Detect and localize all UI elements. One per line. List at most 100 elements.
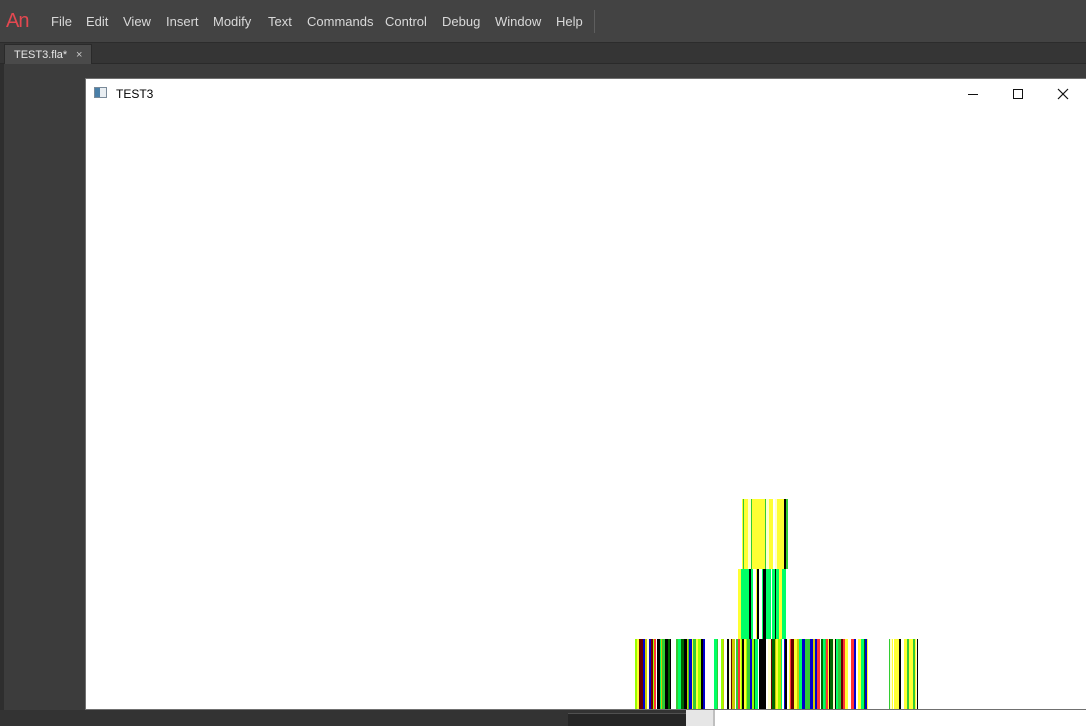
stripe — [916, 639, 917, 709]
stripe — [678, 639, 681, 709]
stripe — [670, 639, 671, 709]
stripe — [746, 639, 747, 709]
stripe — [696, 639, 698, 709]
menu-control[interactable]: Control — [385, 13, 427, 30]
menu-view[interactable]: View — [123, 13, 151, 30]
stripe — [756, 569, 757, 639]
stripe — [769, 499, 771, 569]
stripe — [687, 639, 688, 709]
stripe — [692, 639, 693, 709]
horizontal-scrollbar[interactable] — [568, 713, 686, 726]
stripe — [776, 639, 778, 709]
stripe — [782, 569, 784, 639]
menu-commands[interactable]: Commands — [307, 13, 373, 30]
stripe — [807, 639, 810, 709]
menu-insert[interactable]: Insert — [166, 13, 199, 30]
window-title: TEST3 — [116, 87, 154, 101]
menu-text[interactable]: Text — [268, 13, 292, 30]
stripe — [757, 569, 759, 639]
stripe — [675, 639, 676, 709]
stripe — [772, 639, 775, 709]
workspace-edge — [0, 64, 4, 726]
stripe — [778, 639, 780, 709]
menu-edit[interactable]: Edit — [86, 13, 108, 30]
stripe — [649, 639, 651, 709]
stripe — [639, 639, 641, 709]
stripe — [736, 639, 738, 709]
document-tab[interactable]: TEST3.fla* × — [4, 44, 92, 64]
stripe — [729, 639, 731, 709]
menu-file[interactable]: File — [51, 13, 72, 30]
stripe — [748, 499, 749, 569]
stripe — [703, 639, 705, 709]
stripe — [693, 639, 696, 709]
document-tab-strip: TEST3.fla* × — [0, 43, 1086, 64]
maximize-button[interactable] — [995, 79, 1041, 109]
stripe — [741, 569, 742, 639]
stripe — [743, 569, 746, 639]
stripe — [865, 639, 867, 709]
stripe — [732, 639, 735, 709]
stripe — [744, 499, 746, 569]
menu-window[interactable]: Window — [495, 13, 541, 30]
menu-debug[interactable]: Debug — [442, 13, 480, 30]
stripe — [889, 639, 890, 709]
stripe — [740, 499, 742, 569]
window-titlebar[interactable]: TEST3 — [86, 79, 1086, 109]
glitch-stripes-graphic — [635, 499, 918, 709]
stripe — [868, 639, 870, 709]
stripe — [907, 639, 909, 709]
stripe — [856, 639, 858, 709]
stripe — [858, 639, 861, 709]
stripe — [751, 499, 752, 569]
stripe — [909, 639, 912, 709]
stripe — [673, 639, 675, 709]
stripe — [753, 569, 756, 639]
stripe — [751, 569, 753, 639]
stripe — [665, 639, 668, 709]
stripe — [892, 639, 893, 709]
stripe — [780, 639, 781, 709]
menu-help[interactable]: Help — [556, 13, 583, 30]
stripe — [654, 639, 656, 709]
stripe — [643, 639, 645, 709]
stripe — [742, 569, 743, 639]
stripe — [747, 639, 750, 709]
stripe — [784, 569, 785, 639]
stripe — [784, 499, 785, 569]
panel-edge — [686, 710, 713, 726]
stripe — [782, 639, 784, 709]
close-icon[interactable]: × — [76, 48, 82, 62]
stripe — [676, 639, 678, 709]
stripe — [757, 499, 760, 569]
close-button[interactable] — [1040, 79, 1086, 109]
stripe — [780, 499, 782, 569]
stripe — [744, 639, 745, 709]
document-tab-label: TEST3.fla* — [14, 49, 68, 61]
stripe — [864, 639, 865, 709]
minimize-button[interactable] — [950, 79, 996, 109]
stripe — [901, 639, 904, 709]
stripe — [854, 639, 855, 709]
stripe — [917, 639, 918, 709]
stripe — [668, 639, 670, 709]
stripe — [785, 639, 787, 709]
stripe — [661, 639, 662, 709]
stripe — [813, 639, 815, 709]
stripe — [681, 639, 684, 709]
stripe — [742, 639, 744, 709]
stripe — [775, 639, 776, 709]
stripe — [759, 639, 761, 709]
stripe — [770, 569, 771, 639]
stage-canvas[interactable] — [86, 109, 1086, 709]
stripe — [775, 569, 776, 639]
menu-modify[interactable]: Modify — [213, 13, 251, 30]
stripe — [785, 499, 786, 569]
stripe — [912, 639, 913, 709]
stripe — [775, 499, 777, 569]
stripe — [750, 639, 752, 709]
stripe — [766, 499, 769, 569]
stripe — [851, 639, 854, 709]
stripe — [641, 639, 643, 709]
stripe — [913, 639, 915, 709]
